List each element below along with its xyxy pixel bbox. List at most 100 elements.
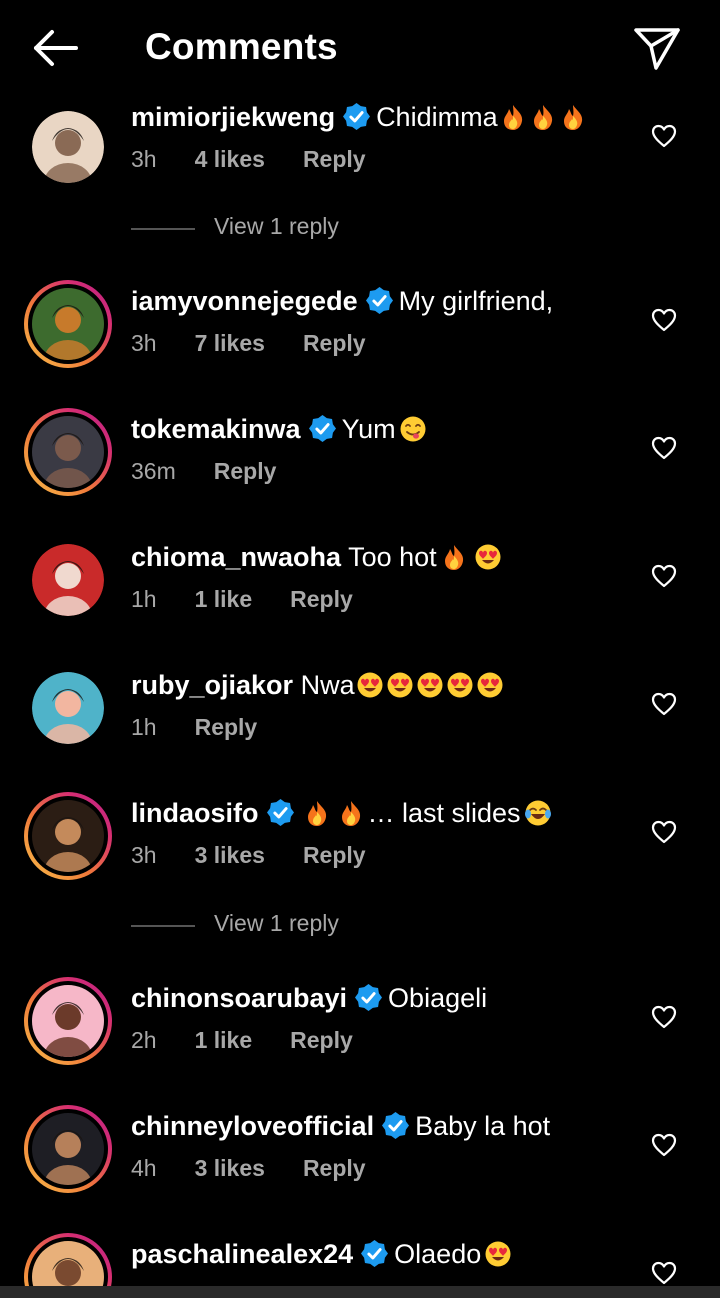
comment-timestamp: 36m	[131, 458, 176, 484]
reply-button[interactable]: Reply	[303, 842, 366, 868]
comment-meta: 4h 3 likes Reply	[131, 1153, 404, 1183]
verified-badge-icon	[266, 799, 294, 826]
comment-meta: 3h 4 likes Reply	[131, 144, 404, 174]
avatar[interactable]	[24, 103, 112, 191]
comment-likes-count[interactable]: 3 likes	[195, 1155, 265, 1181]
comment-likes-count[interactable]: 1 like	[195, 586, 253, 612]
avatar[interactable]	[24, 408, 112, 496]
heart-eyes-emoji-icon	[475, 544, 501, 570]
comment-text: Olaedo	[394, 1239, 482, 1269]
comment-body: chioma_nwaoha Too hot	[131, 540, 505, 574]
face-savoring-food-emoji-icon	[400, 416, 426, 442]
comment-timestamp: 3h	[131, 146, 157, 172]
profile-photo	[32, 1113, 104, 1185]
comment-text: Baby la hot	[415, 1111, 551, 1141]
like-button[interactable]	[651, 1261, 677, 1285]
verified-badge-icon	[343, 103, 371, 130]
comment-likes-count[interactable]: 3 likes	[195, 842, 265, 868]
view-replies-label: View 1 reply	[214, 213, 339, 239]
comment-body: paschalinealex24 Olaedo	[131, 1237, 515, 1271]
avatar[interactable]	[24, 536, 112, 624]
avatar[interactable]	[24, 792, 112, 880]
reply-button[interactable]: Reply	[290, 1027, 353, 1053]
heart-outline-icon	[651, 1133, 677, 1157]
comment-timestamp: 3h	[131, 330, 157, 356]
reply-button[interactable]: Reply	[214, 458, 277, 484]
avatar[interactable]	[24, 280, 112, 368]
heart-eyes-emoji-icon	[417, 672, 443, 698]
fire-emoji-icon	[341, 801, 360, 826]
heart-eyes-emoji-icon	[357, 672, 383, 698]
like-button[interactable]	[651, 1133, 677, 1157]
like-button[interactable]	[651, 436, 677, 460]
profile-photo	[32, 985, 104, 1057]
like-button[interactable]	[651, 692, 677, 716]
heart-outline-icon	[651, 308, 677, 332]
heart-outline-icon	[651, 1005, 677, 1029]
like-button[interactable]	[651, 564, 677, 588]
comment-body: lindaosifo … last slides	[131, 796, 555, 830]
comment-username[interactable]: paschalinealex24	[131, 1239, 353, 1269]
heart-outline-icon	[651, 564, 677, 588]
comment-meta: 3h 3 likes Reply	[131, 840, 404, 870]
heart-eyes-emoji-icon	[447, 672, 473, 698]
heart-outline-icon	[651, 124, 677, 148]
comment-meta: 1h Reply	[131, 712, 295, 742]
reply-button[interactable]: Reply	[195, 714, 258, 740]
reply-button[interactable]: Reply	[303, 330, 366, 356]
profile-photo	[32, 544, 104, 616]
reply-button[interactable]: Reply	[290, 586, 353, 612]
heart-outline-icon	[651, 1261, 677, 1285]
comment-username[interactable]: mimiorjiekweng	[131, 102, 335, 132]
back-button[interactable]	[30, 26, 82, 70]
profile-photo	[32, 288, 104, 360]
page-title: Comments	[145, 26, 338, 67]
comment-body: chinonsoarubayi Obiageli	[131, 981, 487, 1015]
heart-outline-icon	[651, 692, 677, 716]
reply-button[interactable]: Reply	[303, 146, 366, 172]
share-button[interactable]	[632, 24, 682, 72]
comment-username[interactable]: iamyvonnejegede	[131, 286, 358, 316]
comment-likes-count[interactable]: 1 like	[195, 1027, 253, 1053]
comment-text: My girlfriend,	[398, 286, 554, 316]
comment-text: Nwa	[300, 670, 355, 700]
view-replies-button[interactable]: View 1 reply	[131, 910, 431, 942]
comment-username[interactable]: tokemakinwa	[131, 414, 301, 444]
comment-username[interactable]: lindaosifo	[131, 798, 259, 828]
divider	[131, 228, 195, 230]
comments-header: Comments	[0, 0, 720, 96]
comment-likes-count[interactable]: 4 likes	[195, 146, 265, 172]
like-button[interactable]	[651, 308, 677, 332]
avatar[interactable]	[24, 664, 112, 752]
comment-likes-count[interactable]: 7 likes	[195, 330, 265, 356]
comment-text: Too hot	[348, 542, 437, 572]
scroll-bottom-bar	[0, 1286, 720, 1298]
verified-badge-icon	[365, 287, 393, 314]
verified-badge-icon	[308, 415, 336, 442]
fire-emoji-icon	[563, 105, 582, 130]
comment-username[interactable]: chinneyloveofficial	[131, 1111, 374, 1141]
heart-eyes-emoji-icon	[485, 1241, 511, 1267]
like-button[interactable]	[651, 124, 677, 148]
comment-body: tokemakinwa Yum	[131, 412, 430, 446]
arrow-left-icon	[34, 30, 78, 66]
avatar[interactable]	[24, 977, 112, 1065]
fire-emoji-icon	[533, 105, 552, 130]
avatar[interactable]	[24, 1105, 112, 1193]
comment-username[interactable]: chinonsoarubayi	[131, 983, 347, 1013]
like-button[interactable]	[651, 820, 677, 844]
comment-timestamp: 3h	[131, 842, 157, 868]
profile-photo	[32, 111, 104, 183]
comment-meta: 1h 1 like Reply	[131, 584, 391, 614]
profile-photo	[32, 672, 104, 744]
profile-photo	[32, 416, 104, 488]
view-replies-button[interactable]: View 1 reply	[131, 213, 431, 245]
comment-body: iamyvonnejegede My girlfriend,	[131, 284, 553, 318]
reply-button[interactable]: Reply	[303, 1155, 366, 1181]
tears-of-joy-emoji-icon	[524, 800, 551, 826]
comment-username[interactable]: ruby_ojiakor	[131, 670, 293, 700]
comment-timestamp: 1h	[131, 586, 157, 612]
like-button[interactable]	[651, 1005, 677, 1029]
comment-username[interactable]: chioma_nwaoha	[131, 542, 341, 572]
profile-photo	[32, 800, 104, 872]
